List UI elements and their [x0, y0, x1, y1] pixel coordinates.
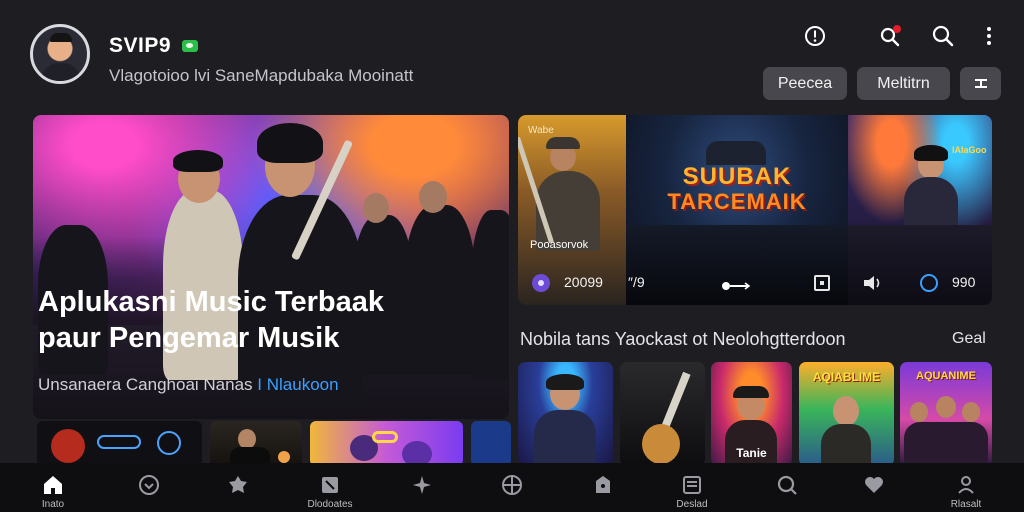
- album-card-5[interactable]: AQUANIME: [900, 362, 992, 466]
- grid-circle-icon: [502, 475, 522, 495]
- profile-subtitle: Vlagotoioo lvi SaneMapdubaka Mooinatt: [109, 66, 414, 85]
- search-icon[interactable]: [929, 22, 957, 50]
- heart-icon: [865, 477, 883, 493]
- album-card-1[interactable]: [518, 362, 613, 466]
- profile-icon: [958, 476, 974, 494]
- more-vert-icon[interactable]: [975, 22, 1003, 50]
- list-icon: [683, 476, 701, 494]
- mini-tile-4[interactable]: [471, 421, 511, 466]
- home-icon: [44, 476, 62, 494]
- nav-item-6[interactable]: [482, 463, 542, 512]
- stop-icon[interactable]: [814, 275, 830, 291]
- album-card-4[interactable]: AQIABLIME: [799, 362, 894, 466]
- username: SVIP9: [109, 34, 172, 57]
- hero-banner[interactable]: [33, 115, 509, 419]
- mini-tile-1[interactable]: [37, 421, 202, 466]
- menu-icon: [974, 78, 987, 88]
- alert-icon[interactable]: [801, 22, 829, 50]
- music-box-icon: [322, 477, 338, 493]
- hero-subtitle: Unsanaera Canghoai Nanas I Nlaukoon: [38, 375, 339, 395]
- nav-item-3[interactable]: [208, 463, 268, 512]
- album-card-3[interactable]: Tanie: [711, 362, 792, 466]
- section-title: Nobila tans Yaockast ot Neolohgtterdoon: [520, 329, 846, 349]
- hero-subtitle-text: Unsanaera Canghoai Nanas: [38, 375, 253, 394]
- see-all-link[interactable]: Geal: [952, 330, 986, 348]
- nav-item-9[interactable]: [757, 463, 817, 512]
- star-icon: [413, 476, 431, 494]
- nav-label-home: Inato: [41, 499, 65, 510]
- filter-pill-2[interactable]: Meltitrn: [857, 67, 950, 100]
- nav-item-profile[interactable]: Rlasalt: [936, 463, 996, 512]
- nav-label-profile: Rlasalt: [950, 499, 982, 510]
- nav-item-2[interactable]: [119, 463, 179, 512]
- volume-icon[interactable]: [862, 274, 884, 292]
- search-notify-icon[interactable]: [876, 22, 904, 50]
- nav-label-8: Deslad: [676, 499, 708, 510]
- timer-icon[interactable]: [920, 274, 938, 292]
- hero-title: Aplukasni Music Terbaak paur Pengemar Mu…: [38, 284, 478, 356]
- banner-left-caption: Pooasorvok: [530, 239, 589, 251]
- banner-count-mid: ″/9: [628, 274, 645, 290]
- nav-item-7[interactable]: [573, 463, 633, 512]
- mini-tile-3[interactable]: [310, 421, 463, 466]
- chevron-circle-icon: [139, 475, 159, 495]
- nav-item-8[interactable]: Deslad: [662, 463, 722, 512]
- hero-title-line-1: Aplukasni Music Terbaak: [38, 286, 384, 318]
- banner-count-right: 990: [952, 274, 976, 290]
- nav-label-4: Dlodoates: [307, 499, 353, 510]
- banner-title-1: SUUBAK: [682, 163, 792, 190]
- hero-subtitle-link[interactable]: I Nlaukoon: [257, 375, 338, 394]
- hero-title-line-2: paur Pengemar Musik: [38, 322, 340, 354]
- search-icon: [777, 475, 797, 495]
- filter-pill-3[interactable]: [960, 67, 1001, 100]
- nav-item-home[interactable]: Inato: [23, 463, 83, 512]
- nav-item-10[interactable]: [844, 463, 904, 512]
- album-card-4-label: AQIABLIME: [812, 370, 881, 384]
- disc-icon[interactable]: [532, 274, 550, 292]
- banner-right-tag: lAlaGoo: [952, 145, 987, 155]
- banner-count-left: 20099: [564, 274, 603, 290]
- bag-icon: [596, 476, 610, 493]
- album-card-3-label: Tanie: [736, 446, 767, 460]
- bottom-nav: Inato Dlodoates Deslad Rlasalt: [0, 463, 1024, 512]
- mini-tile-2[interactable]: [210, 421, 302, 466]
- avatar[interactable]: [30, 24, 90, 84]
- filter-pill-1[interactable]: Peecea: [763, 67, 847, 100]
- progress-slider[interactable]: [721, 278, 751, 290]
- nav-item-5[interactable]: [392, 463, 452, 512]
- album-card-5-label: AQUANIME: [916, 370, 976, 382]
- banner-title-2: TARCEMAIK: [667, 189, 807, 214]
- puzzle-icon: [229, 476, 247, 493]
- verified-badge-icon: [182, 40, 198, 52]
- album-card-2[interactable]: [620, 362, 705, 466]
- banner-left-tag: Wabe: [528, 125, 554, 136]
- nav-item-4[interactable]: Dlodoates: [300, 463, 360, 512]
